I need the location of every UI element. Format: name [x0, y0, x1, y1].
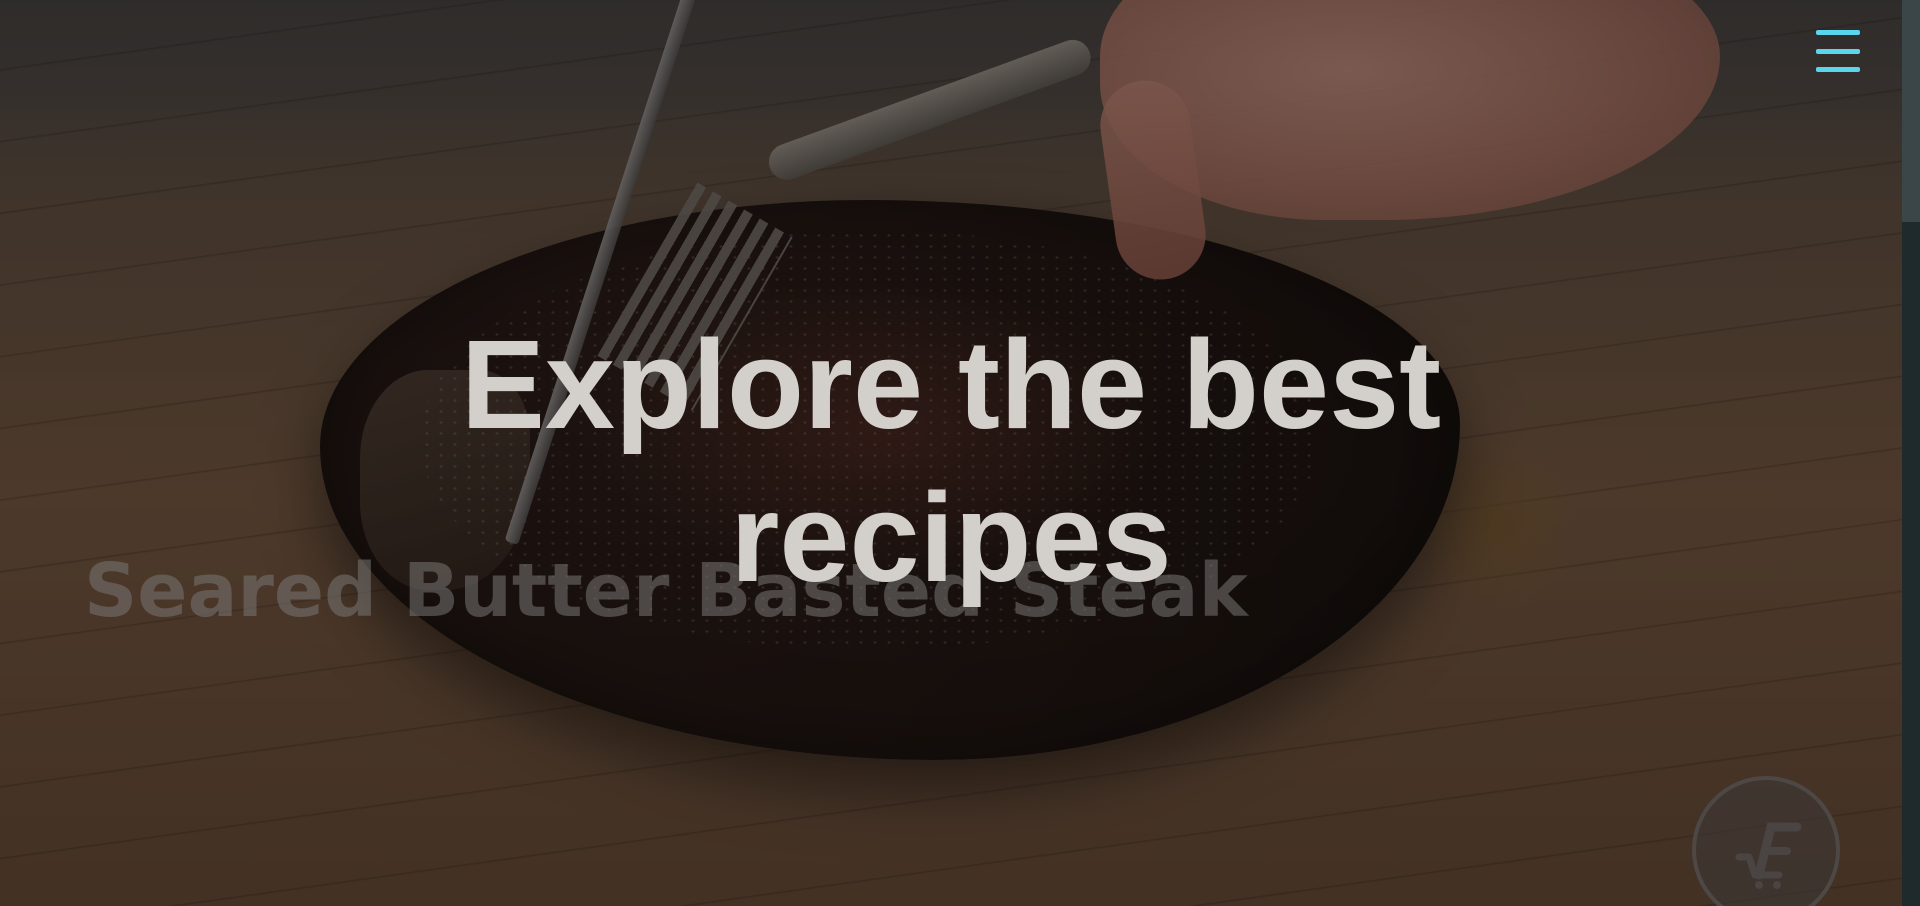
hero-video-background: Seared Butter Basted Steak Explore the b…	[0, 0, 1902, 906]
hamburger-menu-icon[interactable]	[1816, 30, 1860, 72]
menu-bar-top	[1816, 30, 1860, 35]
scrollbar-track[interactable]	[1902, 0, 1920, 906]
hero-headline-line-1: Explore the best	[460, 314, 1442, 455]
menu-bar-bottom	[1816, 67, 1860, 72]
scrollbar-thumb[interactable]	[1902, 0, 1920, 222]
hero-headline-line-2: recipes	[730, 467, 1172, 608]
cart-f-logo-icon	[1735, 822, 1802, 889]
hero-headline: Explore the best recipes	[0, 308, 1902, 614]
menu-bar-middle	[1816, 48, 1860, 54]
page: a Seared Butter Basted Steak Explore the…	[0, 0, 1920, 906]
